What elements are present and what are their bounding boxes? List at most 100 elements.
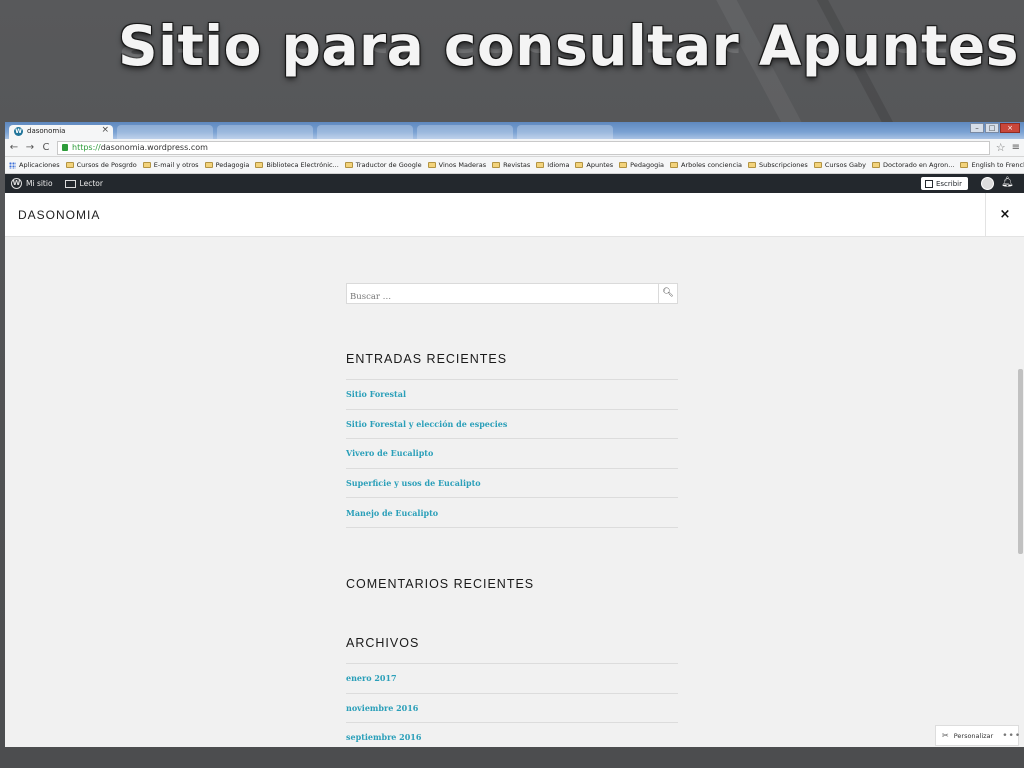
bookmark-label: Revistas [503, 161, 531, 169]
forward-icon[interactable]: → [25, 142, 35, 153]
folder-icon [427, 162, 436, 168]
write-button[interactable]: Escribir [920, 177, 968, 190]
my-site-link[interactable]: W Mi sitio [11, 178, 53, 189]
reader-link[interactable]: Lector [64, 179, 103, 188]
customize-tools-icon: ✂ [942, 731, 949, 740]
list-item: Superficie y usos de Eucalipto [346, 469, 678, 499]
bookmark-label: Pedagogia [630, 161, 664, 169]
tab-background[interactable] [517, 125, 613, 139]
list-item: noviembre 2016 [346, 694, 678, 724]
recent-post-link[interactable]: Manejo de Eucalipto [346, 508, 438, 518]
archives-list: enero 2017 noviembre 2016 septiembre 2016 [346, 662, 678, 747]
window-close-icon[interactable]: × [1000, 123, 1020, 133]
browser-menu-icon[interactable]: ≡ [1012, 142, 1020, 153]
tab-dasonomia[interactable]: W dasonomia × [9, 125, 113, 139]
tab-background[interactable] [217, 125, 313, 139]
tab-background[interactable] [117, 125, 213, 139]
url-scheme: https:// [72, 142, 101, 152]
back-icon[interactable]: ← [9, 142, 19, 153]
reload-icon[interactable]: C [41, 142, 51, 153]
bookmark-item[interactable]: Aplicaciones [9, 161, 60, 169]
notifications-bell-icon[interactable]: 🔔︎ [1001, 177, 1014, 189]
bookmark-label: Subscripciones [759, 161, 808, 169]
recent-post-link[interactable]: Sitio Forestal [346, 389, 406, 399]
folder-icon [492, 162, 501, 168]
tab-background[interactable] [317, 125, 413, 139]
bookmark-label: E-mail y otros [153, 161, 199, 169]
bookmark-item[interactable]: Idioma [536, 161, 569, 169]
bookmark-label: Doctorado en Agron... [882, 161, 955, 169]
scrollbar-thumb[interactable] [1018, 369, 1023, 554]
bookmark-item[interactable]: Pedagogia [619, 161, 664, 169]
recent-post-link[interactable]: Superficie y usos de Eucalipto [346, 478, 481, 488]
tab-bar: W dasonomia × – □ × [5, 122, 1024, 139]
scrollbar[interactable] [1018, 239, 1024, 747]
avatar[interactable] [981, 177, 994, 190]
wordpress-favicon-icon: W [14, 127, 23, 136]
recent-posts-list: Sitio Forestal Sitio Forestal y elección … [346, 379, 678, 528]
bookmark-item[interactable]: Revistas [492, 161, 530, 169]
recent-post-link[interactable]: Vivero de Eucalipto [346, 448, 433, 458]
tab-close-icon[interactable]: × [101, 125, 109, 135]
list-item: Manejo de Eucalipto [346, 498, 678, 528]
bookmark-item[interactable]: Cursos Gaby [813, 161, 866, 169]
bookmark-item[interactable]: E-mail y otros [142, 161, 199, 169]
archive-link[interactable]: noviembre 2016 [346, 703, 418, 713]
bookmark-item[interactable]: Arboles conciencia [670, 161, 742, 169]
folder-icon [813, 162, 822, 168]
close-sidebar-button[interactable]: × [985, 193, 1024, 237]
bookmark-item[interactable]: Biblioteca Electrónic... [255, 161, 339, 169]
bookmark-label: Cursos de Posgrdo [76, 161, 137, 169]
tab-background[interactable] [417, 125, 513, 139]
bookmark-label: English to French, It... [971, 161, 1024, 169]
slide-title: Sitio para consultar Apuntes [118, 14, 1019, 78]
folder-icon [748, 162, 757, 168]
minimize-icon[interactable]: – [970, 123, 984, 133]
bookmark-item[interactable]: Apuntes [575, 161, 613, 169]
recent-comments-title: COMENTARIOS RECIENTES [346, 576, 535, 591]
address-bar-row: ← → C https://dasonomia.wordpress.com ☆ … [5, 139, 1024, 157]
customize-label: Personalizar [953, 731, 994, 740]
bookmark-label: Idioma [547, 161, 570, 169]
wordpress-admin-bar: W Mi sitio Lector Escribir 🔔︎ [5, 174, 1024, 193]
list-item: Vivero de Eucalipto [346, 439, 678, 469]
folder-icon [142, 162, 151, 168]
bookmark-label: Arboles conciencia [681, 161, 743, 169]
lock-icon [62, 144, 68, 151]
maximize-icon[interactable]: □ [985, 123, 999, 133]
bookmark-item[interactable]: Pedagogia [204, 161, 250, 169]
more-options-icon[interactable]: ••• [1002, 731, 1021, 741]
site-title[interactable]: DASONOMIA [18, 208, 100, 222]
bookmark-star-icon[interactable]: ☆ [996, 141, 1006, 154]
bookmark-label: Cursos Gaby [824, 161, 866, 169]
archive-link[interactable]: enero 2017 [346, 673, 397, 683]
bookmark-item[interactable]: Doctorado en Agron... [871, 161, 955, 169]
recent-posts-title: ENTRADAS RECIENTES [346, 352, 508, 366]
widget-sidebar: 🔍︎ ENTRADAS RECIENTES Sitio ForestalSiti… [346, 283, 678, 747]
window-controls: – □ × [970, 123, 1020, 133]
recent-post-link[interactable]: Sitio Forestal y elección de especies [346, 419, 507, 429]
write-label: Escribir [935, 179, 962, 188]
browser-window: W dasonomia × – □ × ← → C https://dasono… [5, 122, 1024, 747]
bookmark-item[interactable]: Subscripciones [748, 161, 808, 169]
bookmark-label: Traductor de Google [355, 161, 422, 169]
customize-button[interactable]: ✂ Personalizar ••• [935, 725, 1021, 746]
apps-icon [9, 161, 16, 169]
bookmark-item[interactable]: Vinos Maderas [427, 161, 486, 169]
bookmark-label: Pedagogia [215, 161, 250, 169]
tab-label: dasonomia [27, 127, 66, 135]
search-input[interactable] [347, 287, 637, 307]
search-icon[interactable]: 🔍︎ [658, 284, 677, 303]
bookmark-item[interactable]: Cursos de Posgrdo [65, 161, 137, 169]
archive-link[interactable]: septiembre 2016 [346, 732, 421, 742]
folder-icon [575, 162, 584, 168]
my-site-label: Mi sitio [26, 179, 53, 188]
folder-icon [670, 162, 678, 168]
bookmark-item[interactable]: English to French, It... [960, 161, 1024, 169]
wordpress-logo-icon: W [11, 178, 22, 189]
bookmarks-bar: Aplicaciones Cursos de Posgrdo E-mail y ot… [5, 157, 1024, 174]
page-icon [871, 162, 880, 168]
bookmark-label: Apuntes [586, 161, 614, 169]
url-input[interactable]: https://dasonomia.wordpress.com [57, 140, 990, 155]
bookmark-item[interactable]: Traductor de Google [344, 161, 422, 169]
